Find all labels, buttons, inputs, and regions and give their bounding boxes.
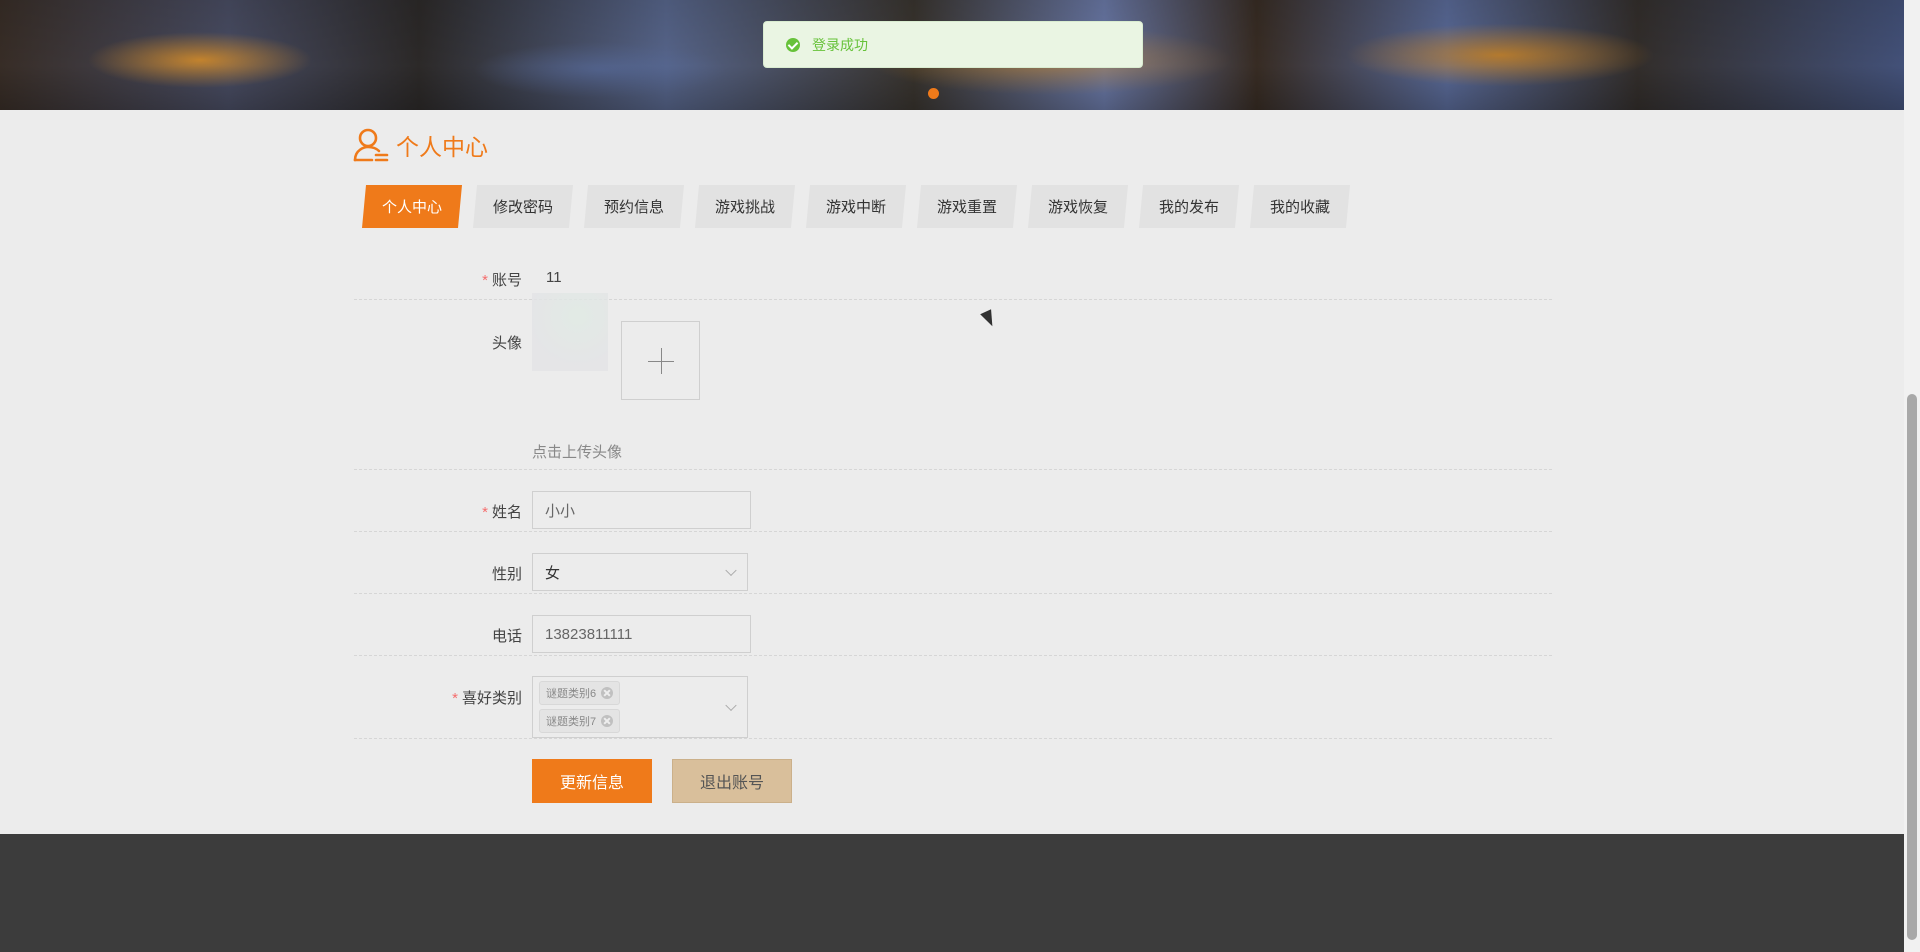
update-info-button[interactable]: 更新信息 bbox=[532, 759, 652, 803]
name-row: * 姓名 小小 bbox=[354, 469, 1552, 532]
avatar-label: 头像 bbox=[491, 335, 522, 352]
vertical-scrollbar[interactable] bbox=[1904, 0, 1920, 952]
tab-change-password[interactable]: 修改密码 bbox=[473, 185, 573, 228]
tab-my-posts[interactable]: 我的发布 bbox=[1139, 185, 1239, 228]
preference-tag: 谜题类别7 bbox=[539, 709, 621, 733]
tab-reservations[interactable]: 预约信息 bbox=[584, 185, 684, 228]
close-icon[interactable] bbox=[601, 687, 614, 699]
phone-label: 电话 bbox=[491, 628, 522, 645]
close-icon[interactable] bbox=[601, 715, 614, 727]
tab-game-challenge[interactable]: 游戏挑战 bbox=[695, 185, 795, 228]
scrollbar-thumb[interactable] bbox=[1907, 394, 1917, 940]
preference-tag-label: 谜题类别6 bbox=[546, 688, 597, 700]
gender-row: 性别 女 bbox=[354, 531, 1552, 594]
account-value: 11 bbox=[546, 269, 562, 286]
phone-row: 电话 13823811111 bbox=[354, 593, 1552, 656]
gender-label: 性别 bbox=[491, 566, 522, 583]
page-title: 个人中心 bbox=[352, 126, 488, 164]
avatar-upload-button[interactable] bbox=[621, 321, 700, 400]
page-footer bbox=[0, 834, 1904, 952]
preference-label: * 喜好类别 bbox=[354, 687, 522, 708]
user-center-icon bbox=[353, 128, 389, 162]
name-input[interactable]: 小小 bbox=[532, 491, 751, 529]
page-title-text: 个人中心 bbox=[396, 134, 488, 160]
logout-button[interactable]: 退出账号 bbox=[672, 759, 792, 803]
carousel-indicator-dot[interactable] bbox=[928, 88, 939, 99]
gender-select[interactable]: 女 bbox=[532, 553, 748, 591]
phone-input-value: 13823811111 bbox=[545, 625, 633, 643]
tab-my-favorites[interactable]: 我的收藏 bbox=[1250, 185, 1350, 228]
required-mark: * bbox=[482, 272, 488, 289]
name-label: * 姓名 bbox=[354, 501, 522, 522]
tab-personal-center[interactable]: 个人中心 bbox=[362, 185, 462, 228]
phone-input[interactable]: 13823811111 bbox=[532, 615, 751, 653]
tab-game-reset[interactable]: 游戏重置 bbox=[917, 185, 1017, 228]
preference-row: * 喜好类别 谜题类别6 谜题类别7 bbox=[354, 655, 1552, 739]
account-label-text: 账号 bbox=[491, 272, 522, 289]
gender-select-value: 女 bbox=[545, 564, 561, 582]
account-label: * 账号 bbox=[354, 269, 522, 290]
check-circle-icon bbox=[786, 37, 800, 52]
avatar-upload-hint: 点击上传头像 bbox=[532, 444, 623, 461]
success-toast: 登录成功 bbox=[763, 21, 1143, 68]
preference-tag: 谜题类别6 bbox=[539, 681, 621, 705]
tab-game-resume[interactable]: 游戏恢复 bbox=[1028, 185, 1128, 228]
avatar-image bbox=[532, 293, 608, 371]
name-input-value: 小小 bbox=[545, 502, 576, 520]
preference-multiselect[interactable]: 谜题类别6 谜题类别7 bbox=[532, 676, 748, 738]
preference-tag-label: 谜题类别7 bbox=[546, 716, 597, 728]
preference-label-text: 喜好类别 bbox=[461, 690, 522, 707]
toast-message: 登录成功 bbox=[812, 36, 868, 53]
required-mark: * bbox=[482, 504, 488, 521]
required-mark: * bbox=[452, 690, 458, 707]
tab-game-interrupt[interactable]: 游戏中断 bbox=[806, 185, 906, 228]
name-label-text: 姓名 bbox=[491, 504, 522, 521]
chevron-down-icon bbox=[725, 564, 737, 577]
profile-tabs: 个人中心 修改密码 预约信息 游戏挑战 游戏中断 游戏重置 游戏恢复 我的发布 … bbox=[362, 185, 1361, 228]
